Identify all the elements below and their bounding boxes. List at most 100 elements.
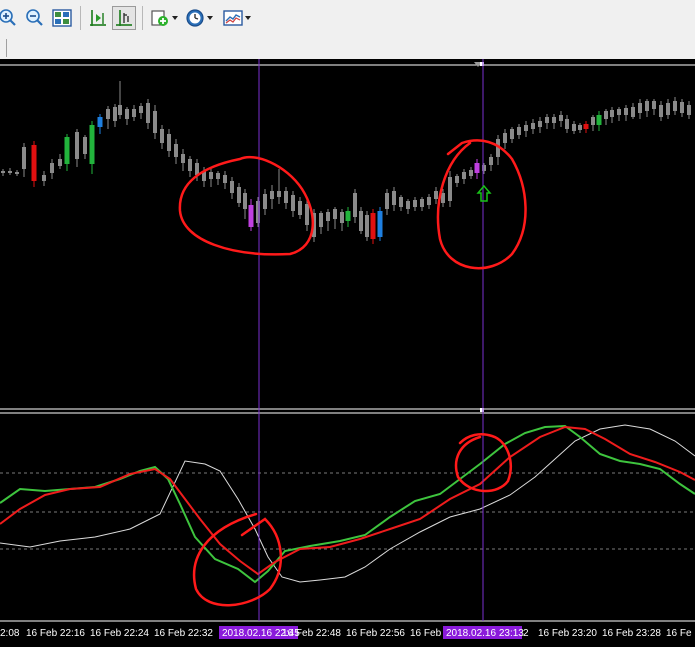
time-axis-label: 2:08 (0, 628, 20, 639)
candle-body (591, 117, 595, 125)
periods-dropdown-icon[interactable] (207, 16, 213, 20)
candle-body (441, 193, 445, 203)
candle-body (559, 115, 563, 121)
candle-body (181, 154, 185, 163)
candle-body (365, 215, 369, 237)
time-axis-label: 16 Feb (410, 628, 442, 639)
candle-body (174, 144, 178, 157)
candle-body (392, 191, 396, 205)
candle-body (687, 105, 691, 115)
toolbar-separator (80, 6, 81, 30)
candle-body (638, 103, 642, 113)
candle-body (153, 111, 157, 133)
chart-shift-icon[interactable] (86, 6, 110, 30)
time-axis-label: 16 Feb 23:28 (602, 628, 661, 639)
candle-body (434, 191, 438, 199)
time-axis-label: 2 (523, 628, 529, 639)
candle-body (524, 125, 528, 131)
candle-body (455, 176, 459, 183)
candle-body (106, 109, 110, 119)
candle-body (75, 132, 79, 159)
candle-body (666, 103, 670, 115)
candle-body (427, 197, 431, 205)
candle-body (319, 213, 323, 227)
candle-body (583, 124, 589, 129)
candle-body (243, 193, 247, 209)
candle-body (413, 200, 417, 207)
candle-body (610, 110, 614, 117)
candle-body (118, 105, 122, 115)
tile-windows-icon[interactable] (50, 6, 74, 30)
chart-area[interactable]: 2:08 16 Feb 22:16 16 Feb 22:24 16 Feb 22… (0, 59, 695, 647)
zoom-out-icon[interactable] (22, 6, 46, 30)
templates-icon[interactable] (221, 6, 245, 30)
candle-body (42, 175, 46, 181)
periods-icon[interactable] (183, 6, 207, 30)
candle-body (538, 121, 542, 127)
candle-body (545, 117, 549, 123)
candle-body (489, 157, 493, 165)
candle-body (31, 145, 37, 181)
candle-body (624, 108, 628, 115)
candle-body (645, 101, 649, 111)
candle-body (617, 109, 621, 115)
candle-body (298, 201, 302, 215)
candle-body (97, 117, 103, 127)
candle-body (531, 123, 535, 129)
candle-body (223, 175, 227, 183)
candle-body (58, 159, 62, 166)
candle-body (448, 177, 452, 201)
zoom-in-icon[interactable] (0, 6, 19, 30)
candle-body (216, 173, 220, 179)
time-axis-label: 16 Feb 22:16 (26, 628, 85, 639)
indicators-dropdown-icon[interactable] (172, 16, 178, 20)
candle-body (420, 199, 424, 207)
time-axis-label: 16 Fe (666, 628, 692, 639)
candle-body (64, 137, 70, 164)
candle-body (353, 193, 357, 217)
candle-body (237, 187, 241, 203)
candle-body (565, 119, 569, 129)
auto-scroll-icon[interactable] (112, 6, 136, 30)
candle-body (474, 163, 480, 173)
candle-body (270, 191, 274, 199)
candle-body (462, 172, 466, 179)
candle-body (188, 159, 192, 171)
candle-body (50, 163, 54, 173)
time-highlight-2: 2018.02.16 23:13 (446, 628, 524, 639)
chart-background (0, 59, 695, 647)
candle-body (578, 125, 582, 130)
candle-body (139, 106, 143, 113)
candle-body (652, 101, 656, 109)
candle-body (146, 103, 150, 123)
candle-body (406, 201, 410, 209)
candle-body (209, 172, 213, 179)
candle-body (552, 117, 556, 123)
candle-body (673, 101, 677, 111)
chart-tab-row (0, 37, 695, 60)
chart-tab[interactable] (0, 39, 7, 57)
time-axis-label: 16 Feb 22:24 (90, 628, 149, 639)
candle-body (263, 194, 267, 209)
templates-dropdown-icon[interactable] (245, 16, 251, 20)
time-axis-label: 16 Feb 23:20 (538, 628, 597, 639)
candle-body (469, 170, 473, 176)
indicators-icon[interactable] (148, 6, 172, 30)
time-axis-label: 16 Feb 22:48 (282, 628, 341, 639)
candle-body (510, 129, 514, 139)
candle-body (83, 137, 87, 154)
candle-body (503, 133, 507, 143)
candle-body (572, 124, 576, 131)
candle-body (291, 195, 295, 211)
candle-body (160, 129, 164, 143)
candle-body (517, 127, 521, 135)
candle-body (1, 171, 5, 173)
candle-body (167, 134, 171, 151)
time-axis: 2:08 16 Feb 22:16 16 Feb 22:24 16 Feb 22… (0, 626, 692, 639)
candle-body (377, 211, 383, 237)
candle-body (8, 171, 12, 173)
candle-body (631, 107, 635, 117)
candle-body (89, 125, 95, 164)
candle-body (399, 197, 403, 207)
toolbar (0, 0, 695, 38)
